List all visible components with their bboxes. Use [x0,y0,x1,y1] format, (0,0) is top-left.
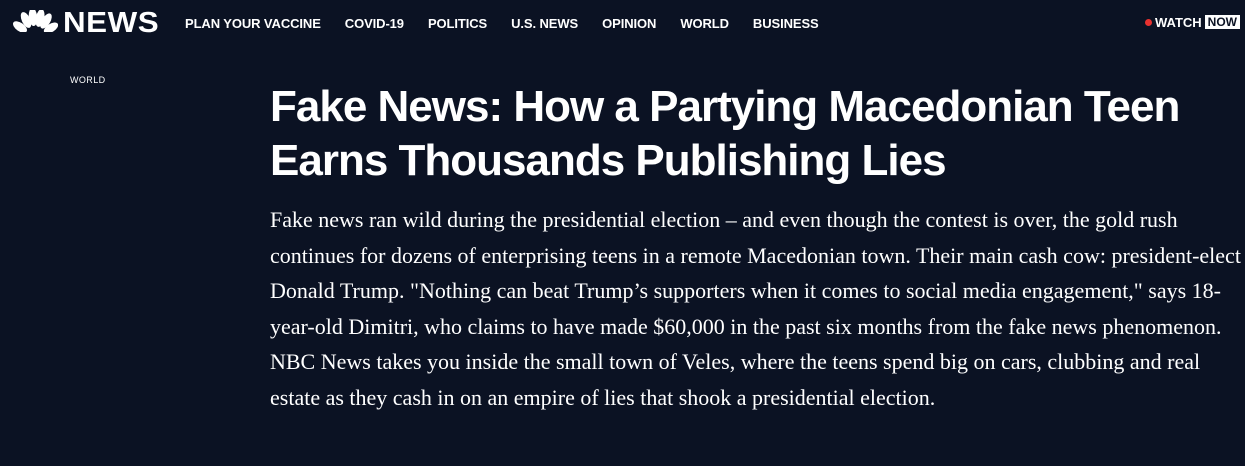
nav-item-us-news[interactable]: U.S. NEWS [511,16,578,31]
now-badge: NOW [1204,15,1240,29]
nbc-news-logo[interactable]: NEWS [12,8,159,38]
peacock-icon [12,10,58,36]
watch-now-button[interactable]: WATCH NOW [1144,12,1240,32]
watch-label: WATCH [1154,14,1202,30]
nav-item-world[interactable]: WORLD [680,16,729,31]
article-dek: Fake news ran wild during the presidenti… [270,207,1241,410]
nav-item-politics[interactable]: POLITICS [428,16,487,31]
brand-name: NEWS [63,7,160,39]
nav-item-plan-your-vaccine[interactable]: PLAN YOUR VACCINE [185,16,321,31]
top-navigation-bar: NEWS PLAN YOUR VACCINE COVID-19 POLITICS… [0,0,1245,46]
section-label-link[interactable]: WORLD [70,75,106,85]
main-nav: PLAN YOUR VACCINE COVID-19 POLITICS U.S.… [185,0,843,46]
article-headline: Fake News: How a Partying Macedonian Tee… [270,82,1180,185]
nav-item-covid-19[interactable]: COVID-19 [345,16,404,31]
nav-item-opinion[interactable]: OPINION [602,16,656,31]
live-dot-icon [1144,18,1152,26]
nav-item-business[interactable]: BUSINESS [753,16,819,31]
